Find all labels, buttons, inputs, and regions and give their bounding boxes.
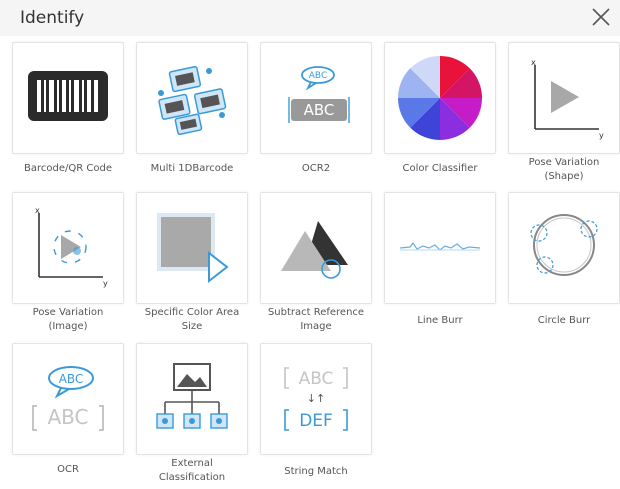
axis-x-label: y <box>599 131 604 140</box>
multi-barcode-icon <box>158 65 227 136</box>
tool-label: OCR2 <box>301 163 331 174</box>
tool-tile[interactable] <box>136 343 248 455</box>
tool-tile[interactable] <box>384 192 496 304</box>
tool-tile[interactable]: x y <box>508 42 620 154</box>
pose-shape-icon: x y <box>531 58 604 140</box>
tool-tile[interactable]: ABC ↓↑ DEF <box>260 343 372 455</box>
tool-label: Pose Variation (Image) <box>32 307 104 332</box>
color-wheel-icon <box>398 55 482 140</box>
tool-label: Barcode/QR Code <box>24 163 112 174</box>
tool-tile[interactable]: ABC ABC <box>260 42 372 154</box>
tool-tile[interactable]: x y <box>12 192 124 304</box>
tool-label: Pose Variation (Shape) <box>528 157 600 182</box>
ocr-abc-large: ABC <box>47 405 88 429</box>
axis-x-label: y <box>103 279 108 288</box>
circle-burr-icon <box>530 214 598 276</box>
tool-label: Circle Burr <box>537 315 591 326</box>
pose-image-icon: x y <box>35 206 108 288</box>
tool-label: Subtract Reference Image <box>267 307 365 332</box>
ocr2-abc-large: ABC <box>304 101 335 119</box>
tool-tile[interactable] <box>260 192 372 304</box>
barcode-icon <box>28 71 108 121</box>
color-area-icon <box>157 213 229 284</box>
string-match-icon: ABC ↓↑ DEF <box>284 367 348 431</box>
title-bar: Identify <box>0 0 620 36</box>
identify-dialog: Identify Barcode/QR Code Multi 1DBarcode… <box>0 0 620 489</box>
tool-tile[interactable] <box>12 42 124 154</box>
ocr-abc-small: ABC <box>59 372 84 386</box>
ocr2-icon: ABC ABC <box>288 66 350 123</box>
tool-tile[interactable] <box>384 42 496 154</box>
axis-y-label: x <box>35 206 40 215</box>
tool-label: Color Classifier <box>402 163 478 174</box>
external-classification-icon <box>156 363 228 429</box>
tool-tile[interactable] <box>508 192 620 304</box>
tool-label: Specific Color Area Size <box>144 307 240 332</box>
swap-arrows-icon: ↓↑ <box>307 392 325 405</box>
line-burr-icon <box>399 241 481 251</box>
tool-tile[interactable]: ABC ABC <box>12 343 124 455</box>
string-def-text: DEF <box>299 411 333 431</box>
ocr2-abc-small: ABC <box>309 71 327 81</box>
tool-label: External Classification <box>158 458 226 483</box>
close-icon[interactable] <box>588 4 614 30</box>
tool-label: String Match <box>284 466 348 477</box>
string-abc-text: ABC <box>299 369 334 389</box>
tool-label: Multi 1DBarcode <box>150 163 234 174</box>
tool-label: Line Burr <box>417 315 463 326</box>
tool-tile[interactable] <box>136 192 248 304</box>
ocr-icon: ABC ABC <box>32 366 104 431</box>
tool-tile[interactable] <box>136 42 248 154</box>
tool-label: OCR <box>57 464 79 475</box>
dialog-title: Identify <box>20 8 85 28</box>
axis-y-label: x <box>531 58 536 67</box>
subtract-reference-icon <box>281 221 348 279</box>
